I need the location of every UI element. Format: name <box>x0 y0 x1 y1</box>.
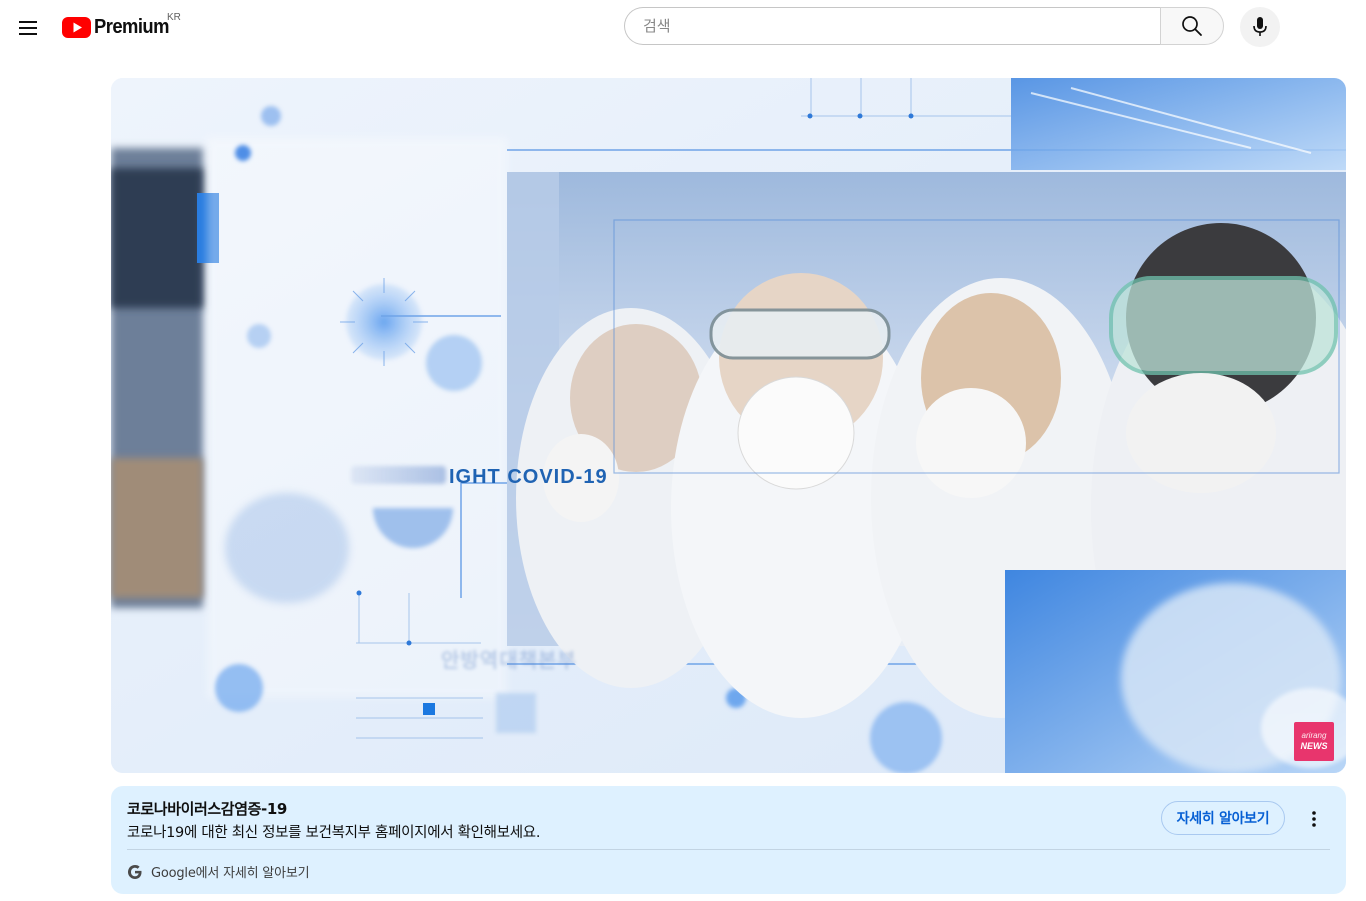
search-input[interactable] <box>641 16 1160 36</box>
top-header: Premium KR <box>0 0 1366 56</box>
broadcaster-logo-top: arirang <box>1301 731 1327 740</box>
overlay-text-blurred-part <box>351 466 446 484</box>
youtube-premium-logo[interactable]: Premium <box>62 14 175 40</box>
google-source-link[interactable]: Google에서 자세히 알아보기 <box>127 862 310 881</box>
search-icon <box>1182 16 1202 36</box>
ad-video-player[interactable]: IGHT COVID-19 안방역대책본부 <box>111 78 1346 773</box>
search-box <box>624 7 1160 45</box>
info-panel-title: 코로나바이러스감염증-19 <box>127 800 287 818</box>
ad-video-frame <box>111 78 1346 773</box>
logo-region-code: KR <box>167 12 181 23</box>
search-button[interactable] <box>1160 7 1224 45</box>
ad-overlay-text: IGHT COVID-19 <box>449 466 608 488</box>
ad-korean-overlay-text: 안방역대책본부 <box>441 648 577 672</box>
voice-search-button[interactable] <box>1240 7 1280 47</box>
google-source-label: Google에서 자세히 알아보기 <box>151 866 310 881</box>
google-g-icon <box>128 864 142 879</box>
info-panel-description: 코로나19에 대한 최신 정보를 보건복지부 홈페이지에서 확인해보세요. <box>127 825 541 841</box>
menu-button[interactable] <box>8 8 48 48</box>
more-vertical-icon <box>1312 811 1316 827</box>
arirang-news-logo: arirang NEWS <box>1294 722 1334 761</box>
microphone-icon <box>1253 17 1267 36</box>
broadcaster-logo-bottom: NEWS <box>1300 741 1328 751</box>
more-options-button[interactable] <box>1299 804 1329 834</box>
youtube-play-icon <box>62 16 91 38</box>
info-panel-divider <box>127 849 1330 850</box>
hamburger-menu-icon <box>19 21 37 35</box>
learn-more-button[interactable]: 자세히 알아보기 <box>1161 801 1285 835</box>
logo-text: Premium <box>94 15 169 38</box>
covid-info-panel: 코로나바이러스감염증-19 코로나19에 대한 최신 정보를 보건복지부 홈페이… <box>111 786 1346 894</box>
